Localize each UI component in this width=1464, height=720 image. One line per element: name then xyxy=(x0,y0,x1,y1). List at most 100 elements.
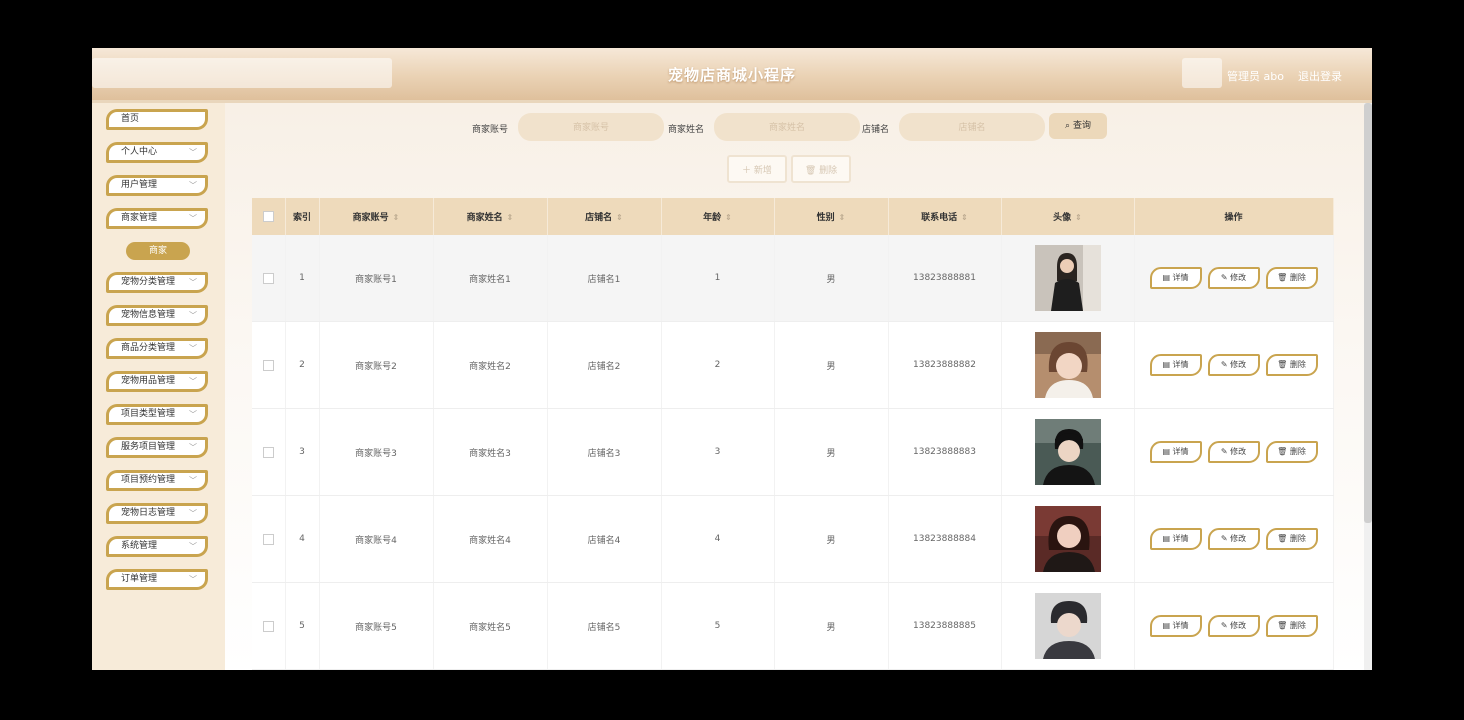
col-label: 操作 xyxy=(1224,213,1243,223)
trash-icon: 🗑 xyxy=(1277,534,1290,543)
document-icon: ▤ xyxy=(1162,360,1173,369)
account-search-input[interactable] xyxy=(518,113,664,141)
sidebar-item-service[interactable]: 服务项目管理 ﹀ xyxy=(106,437,208,458)
cell-shop: 店铺名2 xyxy=(547,321,662,409)
delete-button[interactable]: 🗑 删除 xyxy=(1265,615,1318,637)
col-label: 索引 xyxy=(292,213,311,223)
col-account[interactable]: 商家账号 ⇕ xyxy=(319,198,434,235)
detail-button[interactable]: ▤ 详情 xyxy=(1149,267,1202,289)
delete-label: 删除 xyxy=(1289,534,1306,543)
document-icon: ▤ xyxy=(1162,534,1173,543)
avatar xyxy=(1034,419,1101,485)
sidebar-item-home[interactable]: 首页 xyxy=(106,109,208,130)
sidebar-item-system[interactable]: 系统管理 ﹀ xyxy=(106,536,208,557)
delete-button[interactable]: 🗑 删除 xyxy=(1265,267,1318,289)
cell-age: 1 xyxy=(661,235,775,322)
detail-label: 详情 xyxy=(1172,534,1189,543)
edit-button[interactable]: ✎ 修改 xyxy=(1207,267,1260,289)
sidebar-item-label: 宠物信息管理 xyxy=(121,310,176,320)
shop-search-input[interactable] xyxy=(899,113,1045,141)
sort-icon[interactable]: ⇕ xyxy=(725,213,732,222)
cell-account: 商家账号3 xyxy=(319,408,434,496)
name-search-input[interactable] xyxy=(714,113,860,141)
sidebar-item-orders[interactable]: 订单管理 ﹀ xyxy=(106,569,208,590)
sidebar-item-pet-info[interactable]: 宠物信息管理 ﹀ xyxy=(106,305,208,326)
col-shop[interactable]: 店铺名 ⇕ xyxy=(547,198,662,235)
pencil-icon: ✎ xyxy=(1220,534,1231,543)
sort-icon[interactable]: ⇕ xyxy=(1075,213,1082,222)
sidebar-item-users[interactable]: 用户管理 ﹀ xyxy=(106,175,208,196)
sidebar-item-label: 订单管理 xyxy=(121,574,158,584)
search-label-shop: 店铺名 xyxy=(862,125,890,135)
search-label-name: 商家姓名 xyxy=(668,125,705,135)
col-age[interactable]: 年龄 ⇕ xyxy=(661,198,775,235)
delete-button[interactable]: 🗑 删除 xyxy=(1265,528,1318,550)
sidebar-item-pet-category[interactable]: 宠物分类管理 ﹀ xyxy=(106,272,208,293)
edit-label: 修改 xyxy=(1230,621,1247,630)
select-all-cell xyxy=(252,198,286,235)
chevron-down-icon: ﹀ xyxy=(189,148,197,157)
edit-button[interactable]: ✎ 修改 xyxy=(1207,354,1260,376)
trash-icon: 🗑 xyxy=(1277,447,1290,456)
search-icon: ⌕ xyxy=(1065,121,1073,131)
scrollbar-thumb[interactable] xyxy=(1364,103,1372,523)
sidebar-item-profile[interactable]: 个人中心 ﹀ xyxy=(106,142,208,163)
add-button[interactable]: ＋ 新增 xyxy=(727,155,787,183)
merchant-table: 索引 商家账号 ⇕ 商家姓名 ⇕ 店铺名 ⇕ 年龄 ⇕ 性别 ⇕ 联系电话 ⇕ 头像 ⇕ 操作… xyxy=(252,198,1334,670)
sort-icon[interactable]: ⇕ xyxy=(839,213,846,222)
cell-index: 2 xyxy=(285,321,320,409)
row-checkbox[interactable] xyxy=(262,620,274,632)
col-gender[interactable]: 性别 ⇕ xyxy=(774,198,889,235)
sidebar-item-booking[interactable]: 项目预约管理 ﹀ xyxy=(106,470,208,491)
select-all-checkbox[interactable] xyxy=(262,211,274,222)
sort-icon[interactable]: ⇕ xyxy=(616,213,623,222)
document-icon: ▤ xyxy=(1162,273,1173,282)
row-checkbox[interactable] xyxy=(262,359,274,371)
table-row: 5 商家账号5 商家姓名5 店铺名5 5 男 13823888885 ▤ 详情 ✎… xyxy=(252,582,1334,670)
cell-avatar xyxy=(1001,235,1135,322)
sidebar-item-product-category[interactable]: 商品分类管理 ﹀ xyxy=(106,338,208,359)
row-checkbox[interactable] xyxy=(262,446,274,458)
delete-button[interactable]: 🗑 删除 xyxy=(1265,441,1318,463)
detail-label: 详情 xyxy=(1172,360,1189,369)
col-avatar[interactable]: 头像 ⇕ xyxy=(1001,198,1135,235)
row-select-cell xyxy=(252,495,286,583)
pencil-icon: ✎ xyxy=(1220,447,1231,456)
cell-age: 4 xyxy=(661,495,775,583)
add-label: 新增 xyxy=(753,166,772,176)
delete-label: 删除 xyxy=(1289,621,1306,630)
row-checkbox[interactable] xyxy=(262,533,274,545)
edit-button[interactable]: ✎ 修改 xyxy=(1207,615,1260,637)
cell-phone: 13823888882 xyxy=(888,321,1002,409)
cell-phone: 13823888884 xyxy=(888,495,1002,583)
detail-button[interactable]: ▤ 详情 xyxy=(1149,441,1202,463)
logout-link[interactable]: 退出登录 xyxy=(1298,68,1342,84)
detail-button[interactable]: ▤ 详情 xyxy=(1149,528,1202,550)
delete-button[interactable]: 🗑 删除 xyxy=(1265,354,1318,376)
cell-avatar xyxy=(1001,321,1135,409)
document-icon: ▤ xyxy=(1162,447,1173,456)
query-button[interactable]: ⌕ 查询 xyxy=(1049,113,1107,139)
edit-button[interactable]: ✎ 修改 xyxy=(1207,528,1260,550)
cell-age: 5 xyxy=(661,582,775,670)
pencil-icon: ✎ xyxy=(1220,273,1231,282)
document-icon: ▤ xyxy=(1162,621,1173,630)
sort-icon[interactable]: ⇕ xyxy=(393,213,400,222)
detail-button[interactable]: ▤ 详情 xyxy=(1149,354,1202,376)
sort-icon[interactable]: ⇕ xyxy=(961,213,968,222)
chevron-down-icon: ﹀ xyxy=(189,214,197,223)
sort-icon[interactable]: ⇕ xyxy=(507,213,514,222)
sidebar-item-project-type[interactable]: 项目类型管理 ﹀ xyxy=(106,404,208,425)
table-row: 3 商家账号3 商家姓名3 店铺名3 3 男 13823888883 ▤ 详情 ✎… xyxy=(252,408,1334,496)
cell-account: 商家账号5 xyxy=(319,582,434,670)
sidebar-item-merchants[interactable]: 商家管理 ﹀ xyxy=(106,208,208,229)
sidebar-item-pet-supplies[interactable]: 宠物用品管理 ﹀ xyxy=(106,371,208,392)
col-name[interactable]: 商家姓名 ⇕ xyxy=(433,198,548,235)
detail-button[interactable]: ▤ 详情 xyxy=(1149,615,1202,637)
edit-button[interactable]: ✎ 修改 xyxy=(1207,441,1260,463)
sidebar-item-pet-log[interactable]: 宠物日志管理 ﹀ xyxy=(106,503,208,524)
row-checkbox[interactable] xyxy=(262,272,274,284)
batch-delete-button[interactable]: 🗑 删除 xyxy=(791,155,851,183)
submenu-merchant[interactable]: 商家 xyxy=(126,242,190,260)
col-phone[interactable]: 联系电话 ⇕ xyxy=(888,198,1002,235)
